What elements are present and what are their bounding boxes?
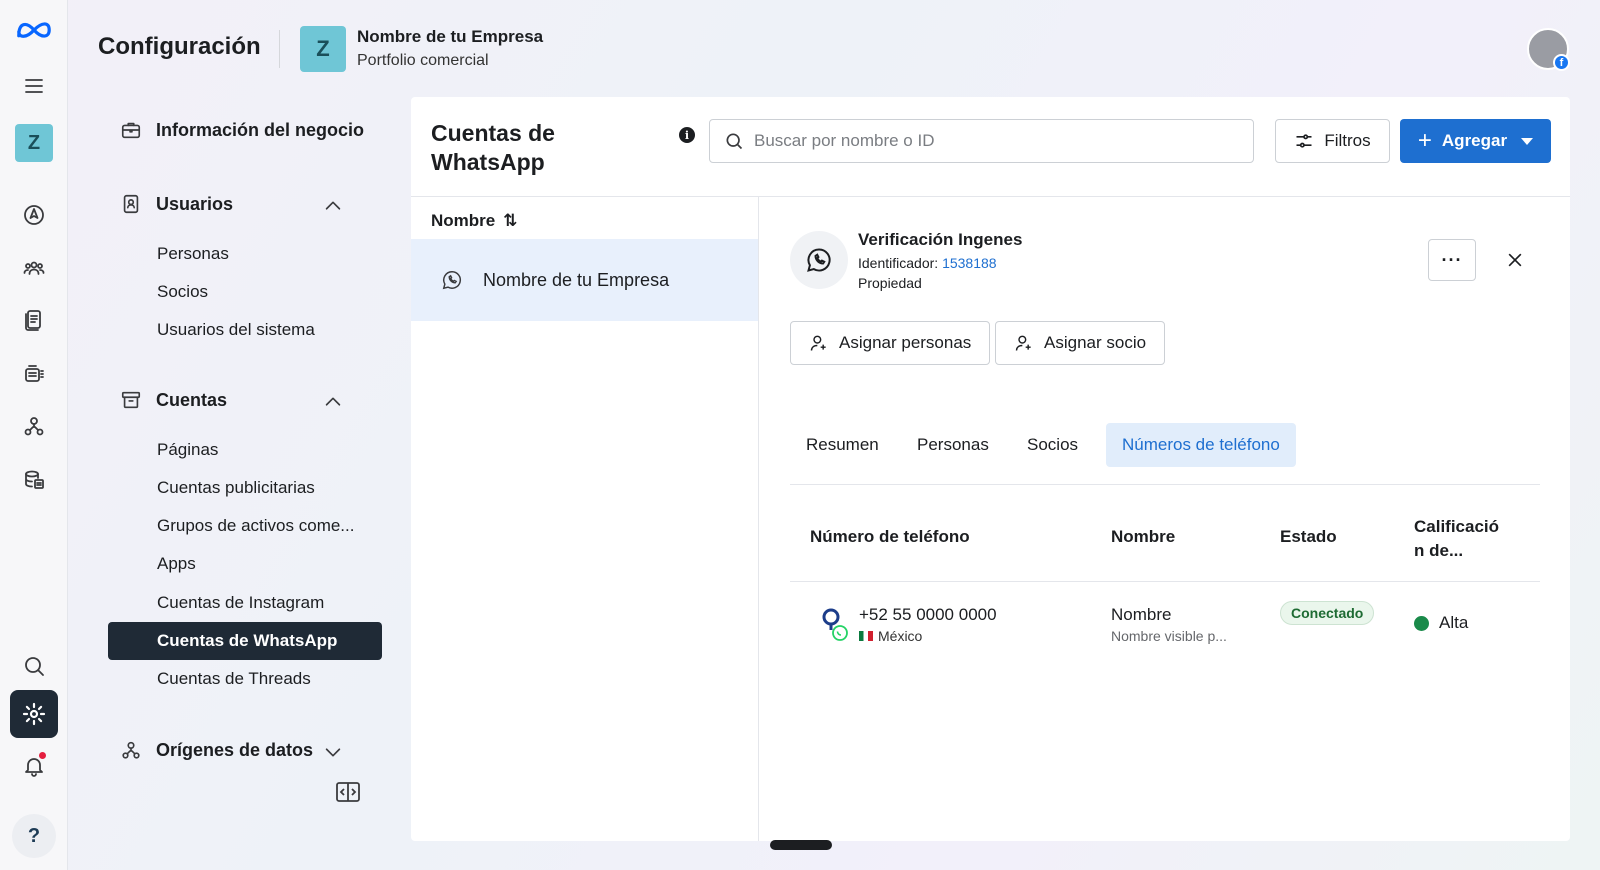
sort-icon[interactable]: ⇅ [503, 211, 517, 231]
business-name[interactable]: Nombre de tu Empresa [357, 27, 543, 47]
people-icon[interactable] [14, 248, 54, 288]
sidebar-section-users[interactable]: Usuarios [120, 189, 370, 219]
sidebar-item-instagram-accounts[interactable]: Cuentas de Instagram [108, 584, 382, 622]
phone-country: México [859, 628, 922, 644]
whatsapp-icon [807, 248, 831, 272]
sidebar-item-business-info[interactable]: Información del negocio [120, 115, 370, 145]
quality-rating: Alta [1414, 613, 1468, 633]
left-rail: Z ? [0, 0, 68, 870]
account-id: Identificador: 1538188 [858, 255, 997, 271]
name-column-header[interactable]: Nombre ⇅ [431, 211, 517, 231]
account-name: Verificación Ingenes [858, 230, 1023, 249]
tab-people[interactable]: Personas [901, 423, 1005, 467]
caret-down-icon [1521, 137, 1534, 145]
archive-box-icon [121, 391, 141, 409]
facebook-badge-icon: f [1553, 54, 1570, 71]
plus-icon: + [1417, 127, 1432, 154]
sliders-icon [1296, 134, 1312, 148]
search-box[interactable] [709, 119, 1254, 163]
page-title: Configuración [98, 33, 261, 60]
settings-gear-icon[interactable] [10, 690, 58, 738]
sidebar-item-asset-groups[interactable]: Grupos de activos come... [108, 507, 382, 545]
search-icon[interactable] [14, 646, 54, 686]
more-options-button[interactable]: ··· [1428, 239, 1476, 281]
data-sources-icon[interactable] [14, 406, 54, 446]
phone-name: Nombre [1111, 605, 1172, 624]
business-phone-icon [822, 608, 848, 641]
tab-partners[interactable]: Socios [1011, 423, 1094, 467]
sidebar-item-whatsapp-accounts[interactable]: Cuentas de WhatsApp [108, 622, 382, 660]
documents-icon[interactable] [14, 300, 54, 340]
help-icon[interactable]: ? [12, 814, 56, 858]
notification-dot [39, 752, 46, 759]
search-input[interactable] [754, 131, 1234, 151]
detail-tabs: Resumen Personas Socios Números de teléf… [790, 423, 1540, 485]
panel-title: Cuentas de WhatsApp [431, 120, 555, 175]
whatsapp-avatar [790, 231, 848, 289]
column-header-phone[interactable]: Número de teléfono [810, 527, 970, 547]
meta-logo-icon[interactable] [14, 10, 54, 50]
sidebar-item-personas[interactable]: Personas [108, 235, 382, 273]
home-indicator[interactable] [770, 840, 832, 850]
sidebar-item-apps[interactable]: Apps [108, 545, 382, 583]
chevron-up-icon[interactable] [322, 195, 344, 217]
tab-summary[interactable]: Resumen [790, 423, 895, 467]
list-item[interactable]: Nombre de tu Empresa [411, 239, 758, 321]
user-avatar[interactable]: f [1527, 28, 1570, 71]
business-portfolio-type: Portfolio comercial [357, 52, 489, 69]
collapse-sidebar-icon[interactable] [336, 782, 360, 802]
ads-icon[interactable] [14, 354, 54, 394]
tab-phone-numbers[interactable]: Números de teléfono [1106, 423, 1296, 467]
ownership-label: Propiedad [858, 275, 922, 291]
header-divider [279, 30, 280, 68]
column-header-name[interactable]: Nombre [1111, 527, 1175, 547]
briefcase-icon [121, 122, 141, 139]
filters-button[interactable]: Filtros [1275, 119, 1390, 163]
data-sources-icon [122, 741, 140, 759]
sidebar-item-ad-accounts[interactable]: Cuentas publicitarias [108, 469, 382, 507]
chevron-down-icon[interactable] [322, 741, 344, 763]
hamburger-menu-icon[interactable] [14, 66, 54, 106]
assign-partner-button[interactable]: Asignar socio [995, 321, 1166, 365]
compass-icon[interactable] [14, 195, 54, 235]
column-header-status[interactable]: Estado [1280, 527, 1337, 547]
notifications-bell-icon[interactable] [14, 746, 54, 786]
whatsapp-icon [442, 271, 462, 290]
search-icon [726, 133, 743, 150]
business-tile[interactable]: Z [15, 124, 53, 162]
panel-toolbar: Cuentas de WhatsApp i Filtros + Agregar [411, 97, 1570, 197]
close-button[interactable] [1500, 245, 1530, 275]
sidebar-section-data-sources[interactable]: Orígenes de datos [120, 735, 370, 765]
rating-dot-icon [1414, 615, 1429, 631]
chevron-up-icon[interactable] [322, 391, 344, 413]
whatsapp-accounts-panel: Cuentas de WhatsApp i Filtros + Agregar … [411, 97, 1570, 841]
business-avatar[interactable]: Z [300, 26, 346, 72]
add-person-icon [810, 335, 826, 351]
add-button[interactable]: + Agregar [1400, 119, 1551, 163]
sidebar-item-socios[interactable]: Socios [108, 273, 382, 311]
sidebar-item-pages[interactable]: Páginas [108, 431, 382, 469]
account-detail: Verificación Ingenes Identificador: 1538… [760, 197, 1570, 841]
sidebar-item-threads-accounts[interactable]: Cuentas de Threads [108, 660, 382, 698]
column-header-rating[interactable]: Calificació n de... [1414, 515, 1514, 563]
status-badge: Conectado [1280, 601, 1375, 625]
accounts-list: Nombre ⇅ Nombre de tu Empresa [411, 197, 759, 841]
sidebar-item-system-users[interactable]: Usuarios del sistema [108, 311, 382, 349]
info-icon[interactable]: i [679, 127, 695, 143]
table-divider [790, 581, 1540, 582]
phone-number[interactable]: +52 55 0000 0000 [859, 605, 997, 625]
user-badge-icon [123, 194, 139, 214]
billing-icon[interactable] [14, 460, 54, 500]
assign-people-button[interactable]: Asignar personas [790, 321, 991, 365]
sidebar-section-accounts[interactable]: Cuentas [120, 385, 370, 415]
add-person-icon [1015, 335, 1031, 351]
mexico-flag-icon [859, 631, 873, 641]
account-id-link[interactable]: 1538188 [942, 255, 997, 271]
phone-display-name: Nombre visible p... [1111, 628, 1227, 644]
close-icon [1508, 253, 1522, 267]
